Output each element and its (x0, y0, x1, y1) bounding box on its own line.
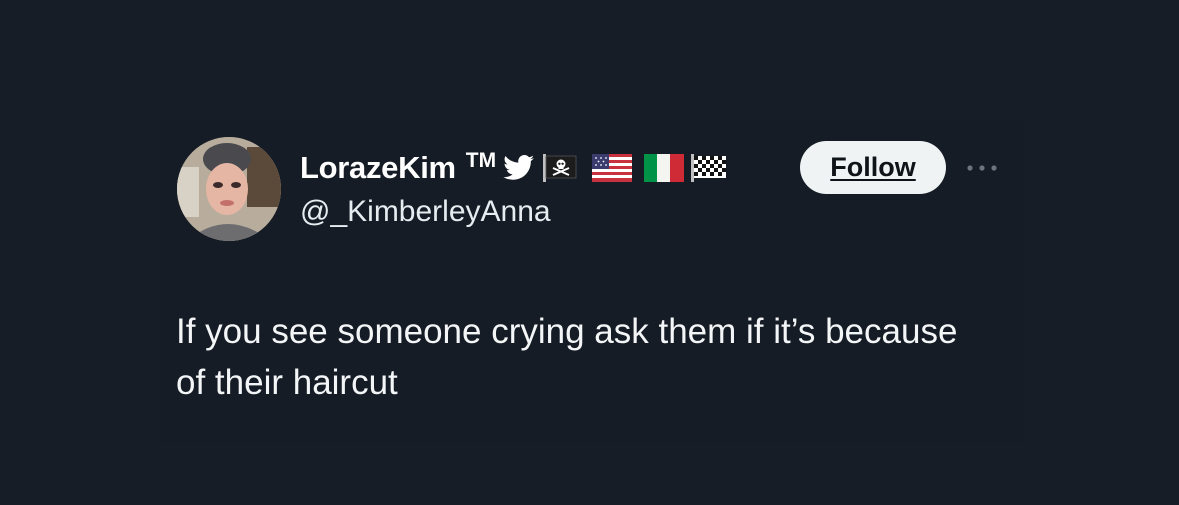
user-handle[interactable]: @_KimberleyAnna (300, 195, 551, 229)
tweet-text: If you see someone crying ask them if it… (176, 312, 958, 402)
name-row: LorazeKim TM (300, 148, 728, 188)
more-dots-icon[interactable] (962, 158, 1002, 178)
page: LorazeKim TM @_KimberleyAnna Follow If y… (0, 0, 1179, 505)
pirate-flag-icon (542, 153, 578, 183)
italy-flag-icon (644, 154, 685, 182)
us-flag-icon (592, 154, 633, 182)
avatar[interactable] (177, 137, 281, 241)
display-name[interactable]: LorazeKim (300, 150, 456, 186)
trademark-label: TM (465, 149, 497, 172)
checkered-flag-icon (690, 153, 728, 183)
twitter-bird-icon (503, 155, 535, 181)
follow-button[interactable]: Follow (800, 141, 946, 194)
